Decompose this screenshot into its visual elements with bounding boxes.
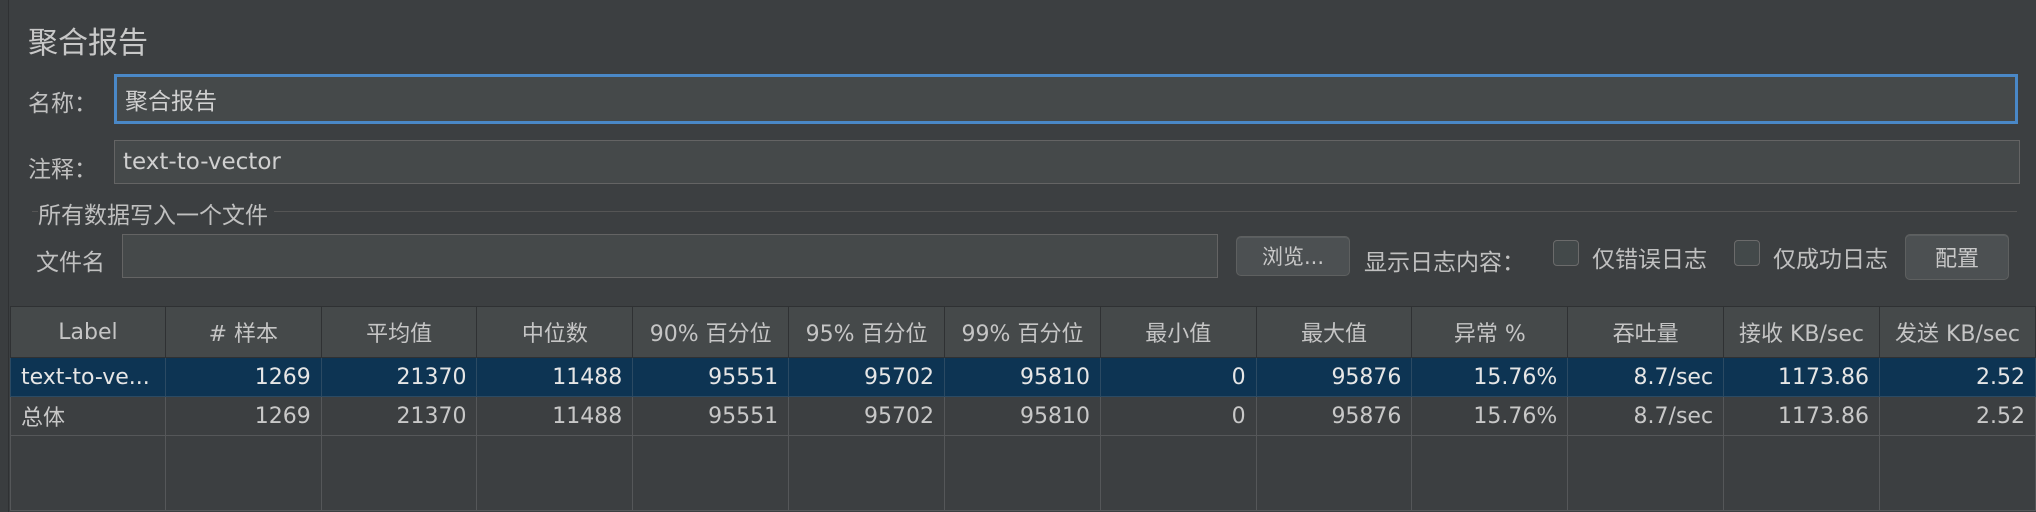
filename-input[interactable]	[122, 234, 1218, 278]
table-cell: 总体	[10, 396, 166, 436]
table-cell: 95810	[944, 396, 1101, 436]
configure-button[interactable]: 配置	[1905, 234, 2009, 280]
table-cell: 1173.86	[1723, 396, 1880, 436]
table-cell: 0	[1099, 396, 1257, 436]
table-cell: 95810	[944, 357, 1101, 397]
errors-only-label: 仅错误日志	[1592, 247, 1707, 273]
table-cell: 11488	[476, 357, 634, 397]
table-cell: 95551	[632, 357, 790, 397]
table-cell: 2.52	[1878, 396, 2036, 436]
table-cell: 8.7/sec	[1567, 357, 1725, 397]
comment-input[interactable]	[114, 140, 2020, 184]
column-header[interactable]: Label	[10, 306, 166, 358]
table-cell	[10, 435, 166, 511]
table-cell: 8.7/sec	[1567, 396, 1725, 436]
table-cell: 21370	[320, 396, 478, 436]
column-header[interactable]: 吞吐量	[1567, 306, 1725, 358]
table-cell: 0	[1099, 357, 1257, 397]
table-cell	[1878, 435, 2036, 511]
name-label: 名称：	[28, 91, 97, 117]
results-table: Label # 样本 平均值 中位数 90% 百分位 95% 百分位 99% 百…	[10, 306, 2036, 511]
panel-title: 聚合报告	[28, 26, 148, 61]
table-cell	[632, 435, 790, 511]
aggregate-report-panel: 聚合报告 名称： 注释： 所有数据写入一个文件 文件名 浏览... 显示日志内容…	[0, 0, 2036, 512]
table-cell	[788, 435, 946, 511]
table-cell: text-to-ve...	[10, 357, 166, 397]
table-cell: 1269	[164, 396, 322, 436]
group-divider	[32, 211, 2017, 212]
table-row[interactable]: text-to-ve... 1269 21370 11488 95551 957…	[10, 357, 2036, 397]
table-cell	[320, 435, 478, 511]
table-cell: 1173.86	[1723, 357, 1880, 397]
file-group-title: 所有数据写入一个文件	[38, 196, 274, 230]
comment-label: 注释：	[28, 157, 97, 183]
column-header[interactable]: 接收 KB/sec	[1723, 306, 1880, 358]
table-cell	[164, 435, 322, 511]
table-cell	[476, 435, 634, 511]
table-cell	[1255, 435, 1413, 511]
table-cell: 15.76%	[1411, 396, 1569, 436]
table-cell: 95876	[1255, 396, 1413, 436]
table-cell: 1269	[164, 357, 322, 397]
success-only-checkbox[interactable]	[1734, 240, 1760, 266]
column-header[interactable]: 最大值	[1255, 306, 1413, 358]
column-header[interactable]: 中位数	[476, 306, 634, 358]
column-header[interactable]: 平均值	[320, 306, 478, 358]
table-cell: 95876	[1255, 357, 1413, 397]
column-header[interactable]: 异常 %	[1411, 306, 1569, 358]
column-header[interactable]: 99% 百分位	[944, 306, 1101, 358]
table-header-row: Label # 样本 平均值 中位数 90% 百分位 95% 百分位 99% 百…	[10, 306, 2036, 358]
name-input[interactable]	[114, 74, 2018, 124]
success-only-label: 仅成功日志	[1773, 247, 1888, 273]
column-header[interactable]: 90% 百分位	[632, 306, 790, 358]
table-cell: 95702	[788, 357, 946, 397]
filename-label: 文件名	[36, 250, 105, 276]
column-header[interactable]: 最小值	[1099, 306, 1257, 358]
left-divider	[0, 0, 9, 512]
table-cell	[1567, 435, 1725, 511]
table-cell	[1723, 435, 1880, 511]
table-cell: 15.76%	[1411, 357, 1569, 397]
table-cell: 21370	[320, 357, 478, 397]
table-empty-row	[10, 435, 2036, 511]
errors-only-checkbox[interactable]	[1553, 240, 1579, 266]
table-cell	[944, 435, 1101, 511]
log-content-label: 显示日志内容：	[1364, 250, 1525, 276]
table-cell: 11488	[476, 396, 634, 436]
table-cell: 95702	[788, 396, 946, 436]
table-cell: 95551	[632, 396, 790, 436]
column-header[interactable]: # 样本	[164, 306, 322, 358]
table-cell: 2.52	[1878, 357, 2036, 397]
column-header[interactable]: 95% 百分位	[788, 306, 946, 358]
table-cell	[1411, 435, 1569, 511]
table-cell	[1099, 435, 1257, 511]
browse-button[interactable]: 浏览...	[1236, 236, 1350, 276]
column-header[interactable]: 发送 KB/sec	[1878, 306, 2036, 358]
table-row[interactable]: 总体 1269 21370 11488 95551 95702 95810 0 …	[10, 396, 2036, 436]
